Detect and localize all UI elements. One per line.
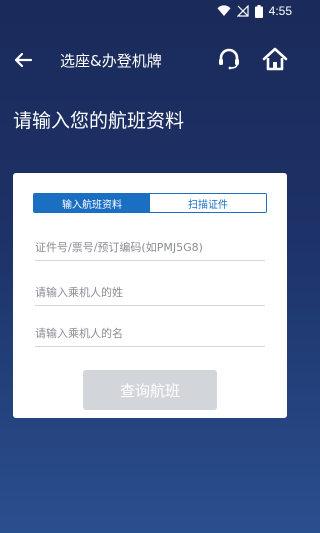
first-name-input[interactable] (35, 321, 265, 346)
last-name-input[interactable] (35, 280, 265, 305)
document-number-field (35, 235, 265, 261)
tab-scan-document[interactable]: 扫描证件 (150, 194, 266, 212)
home-button[interactable] (262, 46, 288, 72)
last-name-field (35, 280, 265, 306)
status-icons: 4:55 (217, 3, 292, 19)
search-flight-button[interactable]: 查询航班 (83, 370, 217, 410)
back-button[interactable] (12, 49, 34, 71)
back-arrow-icon (12, 49, 34, 71)
headset-icon (216, 46, 242, 72)
app-header: 选座&办登机牌 (0, 40, 300, 80)
customer-service-button[interactable] (216, 46, 242, 72)
status-bar: 4:55 (0, 0, 300, 22)
home-icon (262, 46, 288, 72)
input-mode-tabs: 输入航班资料 扫描证件 (33, 193, 267, 213)
header-title: 选座&办登机牌 (60, 52, 162, 70)
signal-off-icon (236, 5, 249, 17)
battery-icon (254, 4, 263, 18)
flight-info-form-card: 输入航班资料 扫描证件 查询航班 (13, 173, 287, 418)
wifi-icon (217, 5, 231, 17)
page-title: 请输入您的航班资料 (13, 110, 185, 132)
tab-enter-flight-info[interactable]: 输入航班资料 (34, 194, 150, 212)
document-number-input[interactable] (35, 235, 265, 260)
first-name-field (35, 321, 265, 347)
status-time: 4:55 (268, 4, 292, 18)
